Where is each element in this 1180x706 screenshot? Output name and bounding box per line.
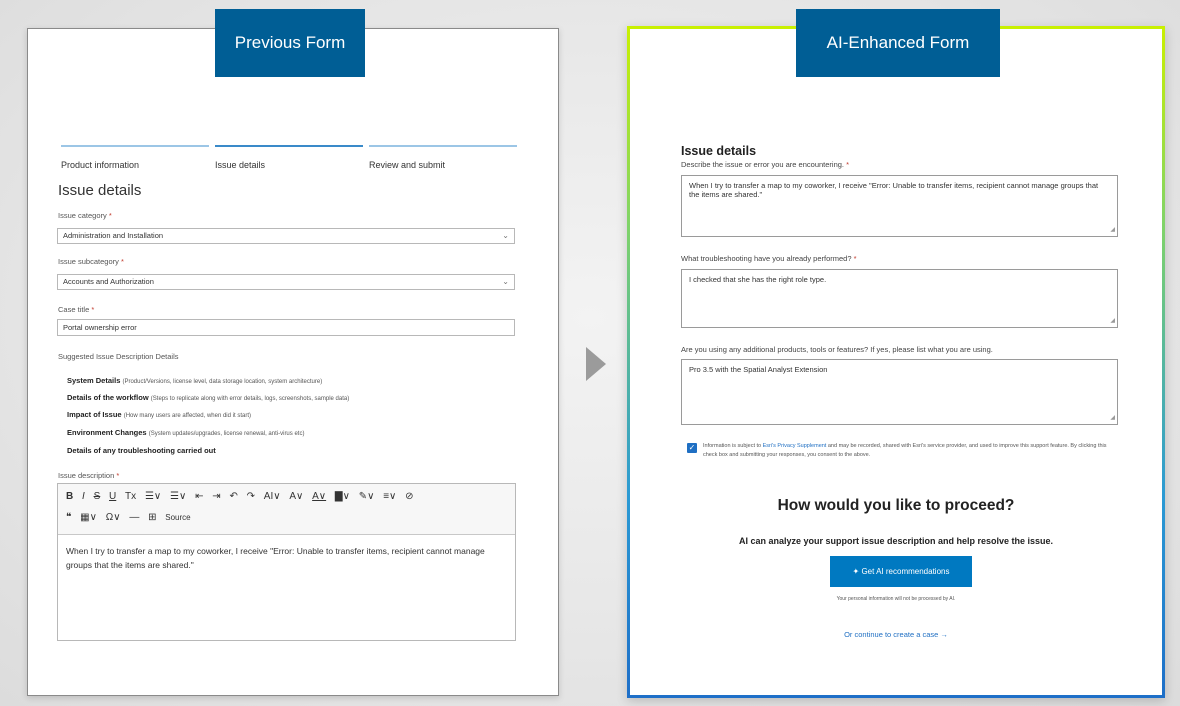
numbered-list-icon[interactable]: ☰∨ (170, 491, 186, 502)
highlight-icon[interactable]: ✎∨ (359, 491, 375, 502)
issue-category-select[interactable]: Administration and Installation ⌄ (57, 228, 515, 244)
blockquote-icon[interactable]: ❝ (66, 512, 71, 523)
horizontal-line-icon[interactable]: — (129, 512, 139, 523)
step-review-submit[interactable]: Review and submit (369, 145, 517, 171)
privacy-supplement-link[interactable]: Esri's Privacy Supplement (763, 443, 827, 449)
chevron-down-icon: ⌄ (502, 231, 509, 240)
issue-description-textarea[interactable]: When I try to transfer a map to my cowor… (681, 175, 1118, 237)
rich-text-editor[interactable]: B I S U Tx ☰∨ ☰∨ ⇤ ⇥ ↶ ↷ AI∨ A∨ A∨ ▇∨ ✎∨… (57, 483, 516, 641)
ai-privacy-note: Your personal information will not be pr… (836, 596, 956, 602)
step-label: Issue details (215, 160, 266, 170)
question-label: Describe the issue or error you are enco… (681, 160, 850, 169)
step-product-information[interactable]: Product information (61, 145, 209, 171)
page-title: Issue details (58, 182, 142, 199)
toolbar-row-1: B I S U Tx ☰∨ ☰∨ ⇤ ⇥ ↶ ↷ AI∨ A∨ A∨ ▇∨ ✎∨… (66, 491, 420, 502)
suggested-item: Details of the workflow (Steps to replic… (67, 393, 350, 402)
background-color-button[interactable]: ▇∨ (335, 491, 350, 502)
underline-button[interactable]: U (109, 491, 116, 502)
continue-create-case-link[interactable]: Or continue to create a case → (630, 630, 1162, 639)
bold-button[interactable]: B (66, 491, 73, 502)
case-title-input[interactable]: Portal ownership error (57, 319, 515, 336)
italic-button[interactable]: I (82, 491, 85, 502)
troubleshooting-textarea[interactable]: I checked that she has the right role ty… (681, 269, 1118, 328)
special-char-icon[interactable]: Ω∨ (106, 512, 121, 523)
issue-subcategory-select[interactable]: Accounts and Authorization ⌄ (57, 274, 515, 290)
suggested-details-title: Suggested Issue Description Details (58, 352, 179, 361)
ai-enhanced-form-tab: AI-Enhanced Form (796, 9, 1000, 77)
font-style-button[interactable]: A∨ (289, 491, 303, 502)
additional-products-textarea[interactable]: Pro 3.5 with the Spatial Analyst Extensi… (681, 359, 1118, 425)
bulleted-list-icon[interactable]: ☰∨ (145, 491, 161, 502)
chevron-down-icon: ⌄ (502, 277, 509, 286)
suggested-item: Impact of Issue (How many users are affe… (67, 410, 251, 419)
page-break-icon[interactable]: ⊞ (148, 512, 156, 523)
issue-category-label: Issue category * (58, 211, 112, 220)
strikethrough-button[interactable]: S (94, 491, 101, 502)
toolbar-row-2: ❝ ▦∨ Ω∨ — ⊞ Source (66, 512, 197, 523)
question-label: What troubleshooting have you already pe… (681, 254, 857, 263)
align-button[interactable]: ≡∨ (383, 491, 396, 502)
redo-icon[interactable]: ↷ (247, 491, 255, 502)
table-icon[interactable]: ▦∨ (80, 512, 97, 523)
suggested-item: Environment Changes (System updates/upgr… (67, 428, 305, 437)
source-button[interactable]: Source (165, 513, 190, 522)
question-label: Are you using any additional products, t… (681, 345, 993, 354)
clear-format-button[interactable]: Tx (125, 491, 136, 502)
proceed-heading: How would you like to proceed? (777, 497, 1015, 514)
resize-handle-icon[interactable]: ◢ (1110, 414, 1115, 423)
case-title-label: Case title * (58, 305, 95, 314)
undo-icon[interactable]: ↶ (229, 491, 237, 502)
sparkle-icon: ✦ (852, 567, 860, 576)
ai-assist-button[interactable]: AI∨ (264, 491, 281, 502)
issue-description-label: Issue description * (58, 471, 120, 480)
editor-toolbar: B I S U Tx ☰∨ ☰∨ ⇤ ⇥ ↶ ↷ AI∨ A∨ A∨ ▇∨ ✎∨… (58, 484, 515, 535)
consent-checkbox[interactable]: ✓ (687, 443, 697, 453)
resize-handle-icon[interactable]: ◢ (1110, 317, 1115, 326)
step-issue-details[interactable]: Issue details (215, 145, 363, 171)
proceed-subtitle: AI can analyze your support issue descri… (738, 536, 1054, 546)
link-icon[interactable]: ⊘ (405, 491, 413, 502)
text-color-button[interactable]: A∨ (312, 491, 326, 502)
arrow-right-icon (586, 347, 606, 381)
editor-content[interactable]: When I try to transfer a map to my cowor… (66, 544, 506, 572)
progress-steps: Product information Issue details Review… (61, 145, 517, 171)
outdent-icon[interactable]: ⇤ (195, 491, 203, 502)
indent-icon[interactable]: ⇥ (212, 491, 220, 502)
issue-subcategory-label: Issue subcategory * (58, 257, 124, 266)
get-ai-recommendations-button[interactable]: ✦ Get AI recommendations (830, 556, 972, 587)
suggested-item: System Details (Product/Versions, licens… (67, 376, 323, 385)
page-title: Issue details (681, 144, 757, 158)
consent-text: Information is subject to Esri's Privacy… (703, 443, 1107, 458)
resize-handle-icon[interactable]: ◢ (1110, 226, 1115, 235)
previous-form-tab: Previous Form (215, 9, 365, 77)
step-label: Review and submit (369, 160, 446, 170)
step-label: Product information (61, 160, 140, 170)
suggested-item: Details of any troubleshooting carried o… (67, 446, 216, 455)
